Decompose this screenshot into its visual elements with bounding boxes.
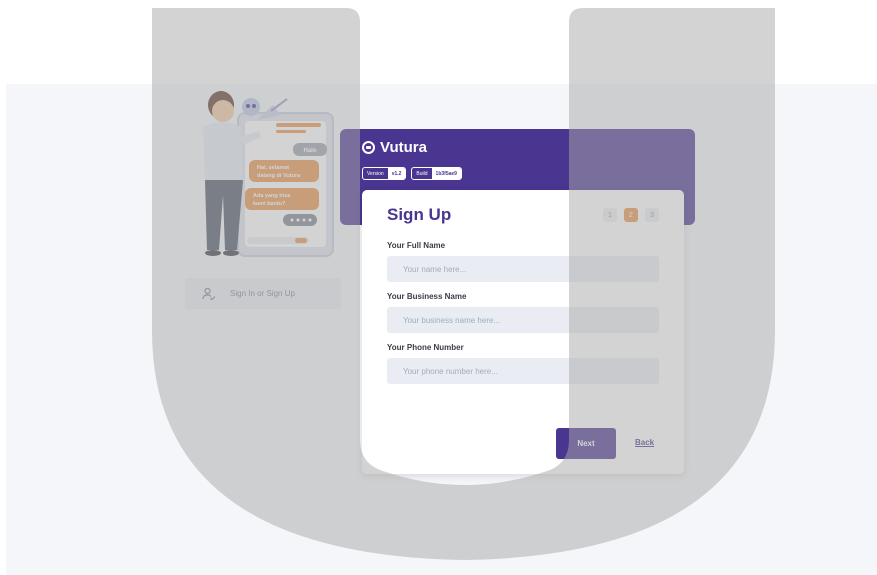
back-link[interactable]: Back: [635, 438, 654, 447]
brand-name: Vutura: [380, 139, 427, 156]
version-info: Version v1.2 Build 1b3f5ae9: [362, 167, 462, 180]
build-value: 1b3f5ae9: [431, 168, 461, 179]
signin-label: Sign In or Sign Up: [230, 289, 295, 298]
chat-bubble-text: Hai, selamat: [257, 165, 289, 171]
step-indicator: 1 2 3: [603, 208, 659, 222]
phone-number-input[interactable]: [387, 358, 659, 384]
business-name-input[interactable]: [387, 307, 659, 333]
signin-signup-button[interactable]: Sign In or Sign Up: [185, 278, 341, 309]
business-name-label: Your Business Name: [387, 292, 467, 301]
brand-logo: Vutura: [362, 139, 427, 156]
chat-bubble-icon: [362, 141, 375, 154]
next-button[interactable]: Next: [556, 428, 616, 459]
chat-bubble-text: kami bantu?: [253, 201, 286, 207]
chat-bubble-text: datang di Vutura: [257, 173, 301, 179]
onboarding-illustration: Halo Hai, selamat datang di Vutura Ada y…: [203, 91, 334, 257]
user-check-icon: [202, 287, 216, 300]
version-pill: Version v1.2: [362, 167, 407, 180]
build-pill: Build 1b3f5ae9: [411, 167, 462, 180]
form-title: Sign Up: [387, 205, 452, 224]
build-key: Build: [416, 170, 428, 177]
version-key: Version: [367, 170, 384, 177]
signup-card: Sign Up 1 2 3 Your Full Name Your Busine…: [362, 190, 684, 474]
version-value: v1.2: [387, 168, 406, 179]
step-2: 2: [624, 208, 638, 222]
chat-bubble-text: Ada yang bisa: [253, 193, 291, 199]
full-name-label: Your Full Name: [387, 241, 446, 250]
step-3: 3: [645, 208, 659, 222]
step-1: 1: [603, 208, 617, 222]
full-name-input[interactable]: [387, 256, 659, 282]
phone-number-label: Your Phone Number: [387, 343, 464, 352]
chat-bubble-text: Halo: [303, 148, 316, 154]
